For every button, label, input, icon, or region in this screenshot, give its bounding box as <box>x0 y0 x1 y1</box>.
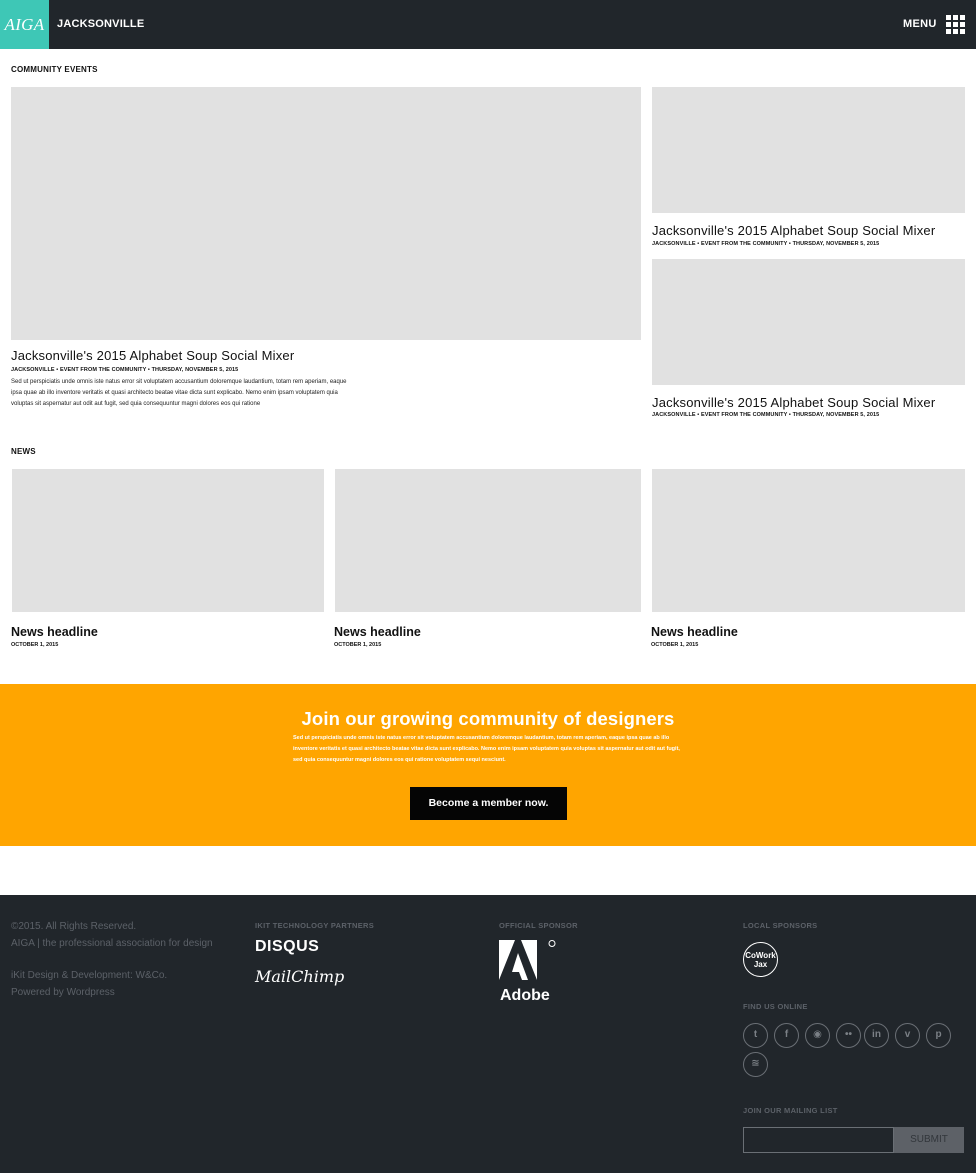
membership-cta-banner: Join our growing community of designers … <box>0 684 976 846</box>
disqus-logo[interactable]: DISQUS <box>255 938 319 956</box>
news-date: OCTOBER 1, 2015 <box>334 642 382 648</box>
community-events-heading: COMMUNITY EVENTS <box>11 65 98 74</box>
menu-button-label[interactable]: MENU <box>903 18 937 30</box>
news-image[interactable] <box>652 469 965 612</box>
side-event-title[interactable]: Jacksonville's 2015 Alphabet Soup Social… <box>652 395 935 410</box>
instagram-icon[interactable]: ◉ <box>805 1023 830 1048</box>
mailing-list-email-input[interactable] <box>743 1127 894 1153</box>
mailchimp-logo[interactable]: MailChimp <box>255 967 344 986</box>
local-sponsors-heading: LOCAL SPONSORS <box>743 921 818 930</box>
cowork-logo-text: CoWork <box>745 951 776 960</box>
news-date: OCTOBER 1, 2015 <box>11 642 59 648</box>
official-sponsor-heading: OFFICIAL SPONSOR <box>499 921 578 930</box>
news-headline[interactable]: News headline <box>651 625 738 639</box>
chapter-name[interactable]: JACKSONVILLE <box>57 18 144 30</box>
top-navigation-bar: AIGA JACKSONVILLE MENU <box>0 0 976 49</box>
news-headline[interactable]: News headline <box>334 625 421 639</box>
news-image[interactable] <box>12 469 324 612</box>
news-heading: NEWS <box>11 447 36 456</box>
pinterest-icon[interactable]: p <box>926 1023 951 1048</box>
copyright-text: ©2015. All Rights Reserved. <box>11 921 137 932</box>
cowork-jax-logo[interactable]: CoWork Jax <box>743 942 778 977</box>
side-event-meta: JACKSONVILLE • EVENT FROM THE COMMUNITY … <box>652 412 880 418</box>
side-event-image[interactable] <box>652 87 965 213</box>
mailing-list-heading: JOIN OUR MAILING LIST <box>743 1106 838 1115</box>
news-image[interactable] <box>335 469 641 612</box>
twitter-icon[interactable]: t <box>743 1023 768 1048</box>
facebook-icon[interactable]: f <box>774 1023 799 1048</box>
aiga-logo[interactable]: AIGA <box>0 0 49 49</box>
side-event-meta: JACKSONVILLE • EVENT FROM THE COMMUNITY … <box>652 241 880 247</box>
powered-by-link[interactable]: Powered by Wordpress <box>11 987 115 998</box>
featured-event-meta: JACKSONVILLE • EVENT FROM THE COMMUNITY … <box>11 367 239 373</box>
mailing-list-submit-button[interactable]: SUBMIT <box>894 1127 964 1153</box>
side-event-image[interactable] <box>652 259 965 385</box>
featured-event-image[interactable] <box>11 87 641 340</box>
become-member-button[interactable]: Become a member now. <box>410 787 567 820</box>
side-event-title[interactable]: Jacksonville's 2015 Alphabet Soup Social… <box>652 223 935 238</box>
cta-description: Sed ut perspiciatis unde omnis iste natu… <box>293 735 680 763</box>
vimeo-icon[interactable]: v <box>895 1023 920 1048</box>
jax-logo-text: Jax <box>753 960 768 969</box>
featured-event-description: Sed ut perspiciatis unde omnis iste natu… <box>11 379 347 407</box>
linkedin-icon[interactable]: in <box>864 1023 889 1048</box>
adobe-wordmark[interactable]: Adobe <box>500 987 550 1005</box>
grid-menu-icon[interactable] <box>946 15 965 34</box>
site-footer: ©2015. All Rights Reserved. AIGA | the p… <box>0 895 976 1173</box>
find-us-online-heading: FIND US ONLINE <box>743 1002 808 1011</box>
flickr-icon[interactable]: •• <box>836 1023 861 1048</box>
news-date: OCTOBER 1, 2015 <box>651 642 699 648</box>
design-credit[interactable]: iKit Design & Development: W&Co. <box>11 970 167 981</box>
adobe-logo-icon[interactable] <box>499 940 559 988</box>
aiga-tagline: AIGA | the professional association for … <box>11 938 213 949</box>
rss-icon[interactable]: ≊ <box>743 1052 768 1077</box>
partners-heading: IKIT TECHNOLOGY PARTNERS <box>255 921 375 930</box>
news-headline[interactable]: News headline <box>11 625 98 639</box>
featured-event-title[interactable]: Jacksonville's 2015 Alphabet Soup Social… <box>11 348 294 363</box>
cta-title: Join our growing community of designers <box>301 708 675 729</box>
